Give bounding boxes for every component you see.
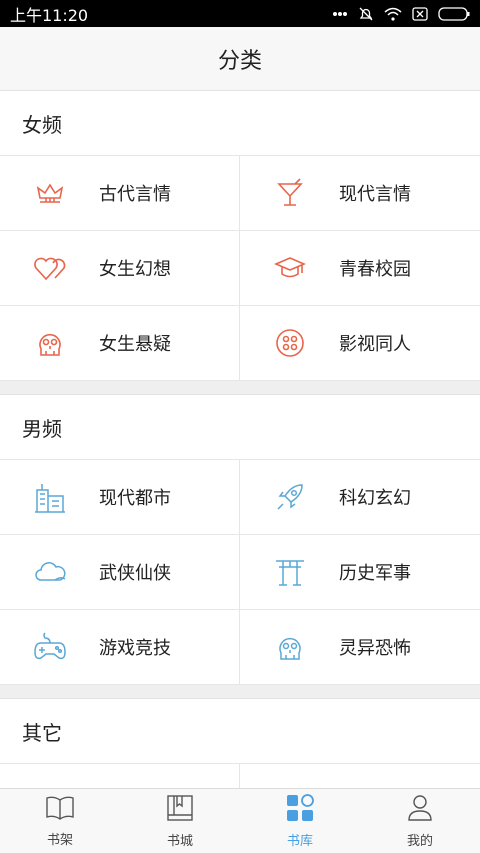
category-item[interactable]: 女生悬疑 bbox=[0, 306, 240, 381]
category-item[interactable]: 游戏竞技 bbox=[0, 610, 240, 685]
category-grid bbox=[0, 764, 480, 788]
category-label: 现代言情 bbox=[339, 184, 411, 205]
mute-bell-icon bbox=[358, 6, 374, 22]
category-label: 影视同人 bbox=[339, 334, 411, 355]
section-male: 男频 现代都市 科幻玄幻 武侠仙侠 历史军事 游戏竞技 灵异恐怖 bbox=[0, 395, 480, 685]
category-item[interactable]: 历史军事 bbox=[240, 535, 480, 610]
more-dots-icon bbox=[332, 11, 348, 17]
wifi-icon bbox=[384, 7, 402, 21]
category-item[interactable]: 影视同人 bbox=[240, 306, 480, 381]
page-title: 分类 bbox=[217, 48, 262, 74]
book-icon bbox=[166, 794, 194, 826]
bottom-tab-bar: 书架 书城 书库 我的 bbox=[0, 788, 480, 853]
rocket-icon bbox=[273, 480, 307, 514]
grid-icon bbox=[286, 793, 314, 826]
category-label: 现代都市 bbox=[99, 488, 171, 509]
hearts-icon bbox=[33, 251, 67, 285]
category-label: 游戏竞技 bbox=[99, 638, 171, 659]
tab-mine[interactable]: 我的 bbox=[360, 789, 480, 853]
category-item[interactable]: 现代都市 bbox=[0, 460, 240, 535]
film-reel-icon bbox=[273, 326, 307, 360]
tab-label: 我的 bbox=[406, 833, 433, 849]
category-item[interactable] bbox=[240, 764, 480, 788]
crown-icon bbox=[33, 176, 67, 210]
category-item[interactable]: 青春校园 bbox=[240, 231, 480, 306]
tab-library[interactable]: 书库 bbox=[240, 789, 360, 853]
sim-icon bbox=[412, 6, 428, 21]
section-title: 女频 bbox=[0, 91, 480, 156]
cocktail-icon bbox=[273, 176, 307, 210]
section-female: 女频 古代言情 现代言情 女生幻想 青春校园 女生悬疑 影视同人 bbox=[0, 91, 480, 381]
title-bar: 分类 bbox=[0, 27, 480, 91]
graduation-cap-icon bbox=[273, 251, 307, 285]
tab-label: 书城 bbox=[166, 833, 193, 849]
category-label: 女生幻想 bbox=[99, 259, 171, 280]
battery-icon bbox=[438, 6, 470, 21]
tab-label: 书架 bbox=[46, 832, 73, 848]
status-bar: 上午11:20 bbox=[0, 0, 480, 27]
category-item[interactable]: 现代言情 bbox=[240, 156, 480, 231]
category-label: 科幻玄幻 bbox=[339, 488, 411, 509]
category-item[interactable]: 古代言情 bbox=[0, 156, 240, 231]
category-label: 女生悬疑 bbox=[99, 334, 171, 355]
user-icon bbox=[407, 794, 433, 826]
skull-icon bbox=[33, 326, 67, 360]
category-item[interactable] bbox=[0, 764, 240, 788]
category-item[interactable]: 武侠仙侠 bbox=[0, 535, 240, 610]
category-item[interactable]: 女生幻想 bbox=[0, 231, 240, 306]
category-label: 武侠仙侠 bbox=[99, 563, 171, 584]
city-buildings-icon bbox=[33, 480, 67, 514]
status-time: 上午11:20 bbox=[10, 5, 89, 25]
skull-icon bbox=[273, 630, 307, 664]
category-label: 历史军事 bbox=[339, 563, 411, 584]
category-label: 古代言情 bbox=[99, 184, 171, 205]
status-icons bbox=[332, 6, 470, 22]
section-title: 男频 bbox=[0, 395, 480, 460]
gamepad-icon bbox=[33, 630, 67, 664]
section-title: 其它 bbox=[0, 699, 480, 764]
section-divider bbox=[0, 381, 480, 395]
category-grid: 现代都市 科幻玄幻 武侠仙侠 历史军事 游戏竞技 灵异恐怖 bbox=[0, 460, 480, 685]
category-label: 青春校园 bbox=[339, 259, 411, 280]
category-item[interactable]: 科幻玄幻 bbox=[240, 460, 480, 535]
category-content[interactable]: 女频 古代言情 现代言情 女生幻想 青春校园 女生悬疑 影视同人 男频 现代都市… bbox=[0, 91, 480, 788]
section-divider bbox=[0, 685, 480, 699]
cloud-icon bbox=[33, 555, 67, 589]
gate-icon bbox=[273, 555, 307, 589]
section-other: 其它 bbox=[0, 699, 480, 788]
tab-bookstore[interactable]: 书城 bbox=[120, 789, 240, 853]
tab-bookshelf[interactable]: 书架 bbox=[0, 789, 120, 853]
open-book-icon bbox=[45, 795, 75, 825]
category-label: 灵异恐怖 bbox=[339, 638, 411, 659]
category-grid: 古代言情 现代言情 女生幻想 青春校园 女生悬疑 影视同人 bbox=[0, 156, 480, 381]
category-item[interactable]: 灵异恐怖 bbox=[240, 610, 480, 685]
tab-label: 书库 bbox=[286, 833, 313, 849]
